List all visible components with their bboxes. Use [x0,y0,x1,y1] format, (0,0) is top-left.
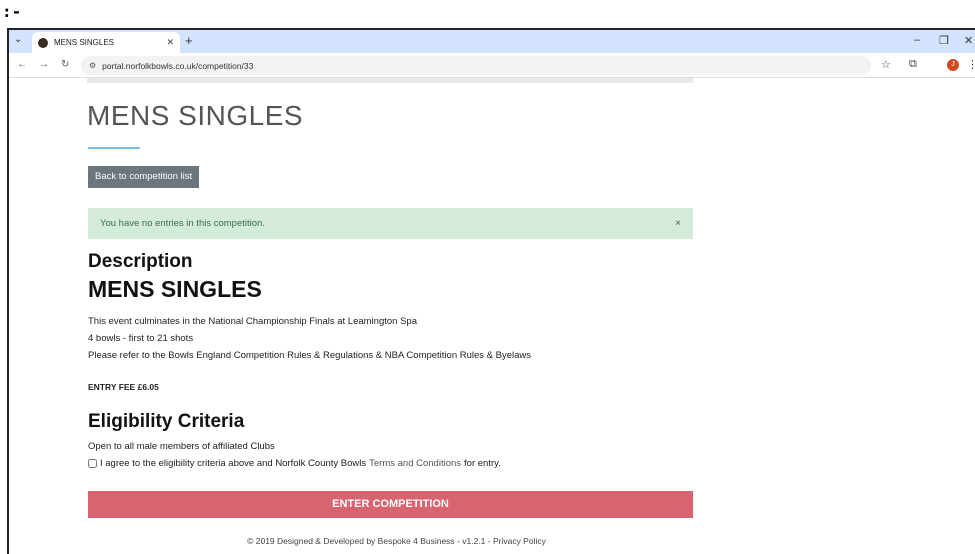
site-info-icon[interactable]: ⚙ [89,61,96,70]
profile-avatar[interactable]: J [947,59,959,71]
competition-title: MENS SINGLES [88,276,262,302]
minimize-icon[interactable]: – [914,34,920,46]
description-line: 4 bowls - first to 21 shots [88,333,194,344]
tab-bar: ⌄ MENS SINGLES ✕ + – ❐ ✕ [9,30,975,53]
agree-prefix: I agree to the eligibility criteria abov… [100,458,367,469]
tab-close-icon[interactable]: ✕ [166,37,174,48]
description-line: Please refer to the Bowls England Compet… [88,350,532,361]
alert-close-icon[interactable]: × [675,208,681,239]
address-bar: ← → ↻ ⚙ portal.norfolkbowls.co.uk/compet… [9,53,975,78]
entries-alert: You have no entries in this competition.… [88,208,693,239]
tab-title: MENS SINGLES [54,38,115,47]
title-underline [88,147,140,149]
description-heading: Description [88,251,193,272]
entry-fee: ENTRY FEE £6.05 [88,382,159,392]
back-arrow-icon[interactable]: ← [17,59,27,70]
back-to-list-button[interactable]: Back to competition list [88,166,200,188]
restore-icon[interactable]: ❐ [939,34,949,47]
close-window-icon[interactable]: ✕ [964,34,973,47]
top-strip-text: :- [2,2,22,21]
page-title: MENS SINGLES [87,100,304,131]
browser-tab[interactable]: MENS SINGLES ✕ [32,32,180,53]
favicon-icon [38,37,48,48]
extensions-icon[interactable]: ⧉ [909,58,917,71]
agree-row: I agree to the eligibility criteria abov… [88,458,501,469]
footer-text: © 2019 Designed & Developed by Bespoke 4… [247,536,493,546]
top-strip: :- [0,0,975,28]
enter-competition-button[interactable]: ENTER COMPETITION [88,491,693,518]
description-line: This event culminates in the National Ch… [88,316,417,327]
alert-text: You have no entries in this competition. [100,218,265,229]
footer: © 2019 Designed & Developed by Bespoke 4… [9,536,784,546]
bookmark-star-icon[interactable]: ☆ [881,58,891,71]
reload-icon[interactable]: ↻ [61,59,69,70]
header-divider [87,78,693,83]
eligibility-text: Open to all male members of affiliated C… [88,441,275,452]
url-field[interactable]: ⚙ portal.norfolkbowls.co.uk/competition/… [81,56,871,75]
agree-checkbox[interactable] [88,459,97,468]
page-content: MENS SINGLES Back to competition list Yo… [9,78,975,554]
menu-icon[interactable]: ⋮ [967,58,975,71]
agree-suffix: for entry. [464,458,501,469]
privacy-policy-link[interactable]: Privacy Policy [493,536,546,546]
eligibility-heading: Eligibility Criteria [88,411,245,432]
terms-link[interactable]: Terms and Conditions [369,458,461,469]
browser-window: ⌄ MENS SINGLES ✕ + – ❐ ✕ ← → ↻ ⚙ portal.… [7,28,975,554]
forward-arrow-icon[interactable]: → [39,59,49,70]
tab-search-icon[interactable]: ⌄ [14,34,22,45]
url-text: portal.norfolkbowls.co.uk/competition/33 [102,60,254,71]
new-tab-icon[interactable]: + [185,33,193,48]
